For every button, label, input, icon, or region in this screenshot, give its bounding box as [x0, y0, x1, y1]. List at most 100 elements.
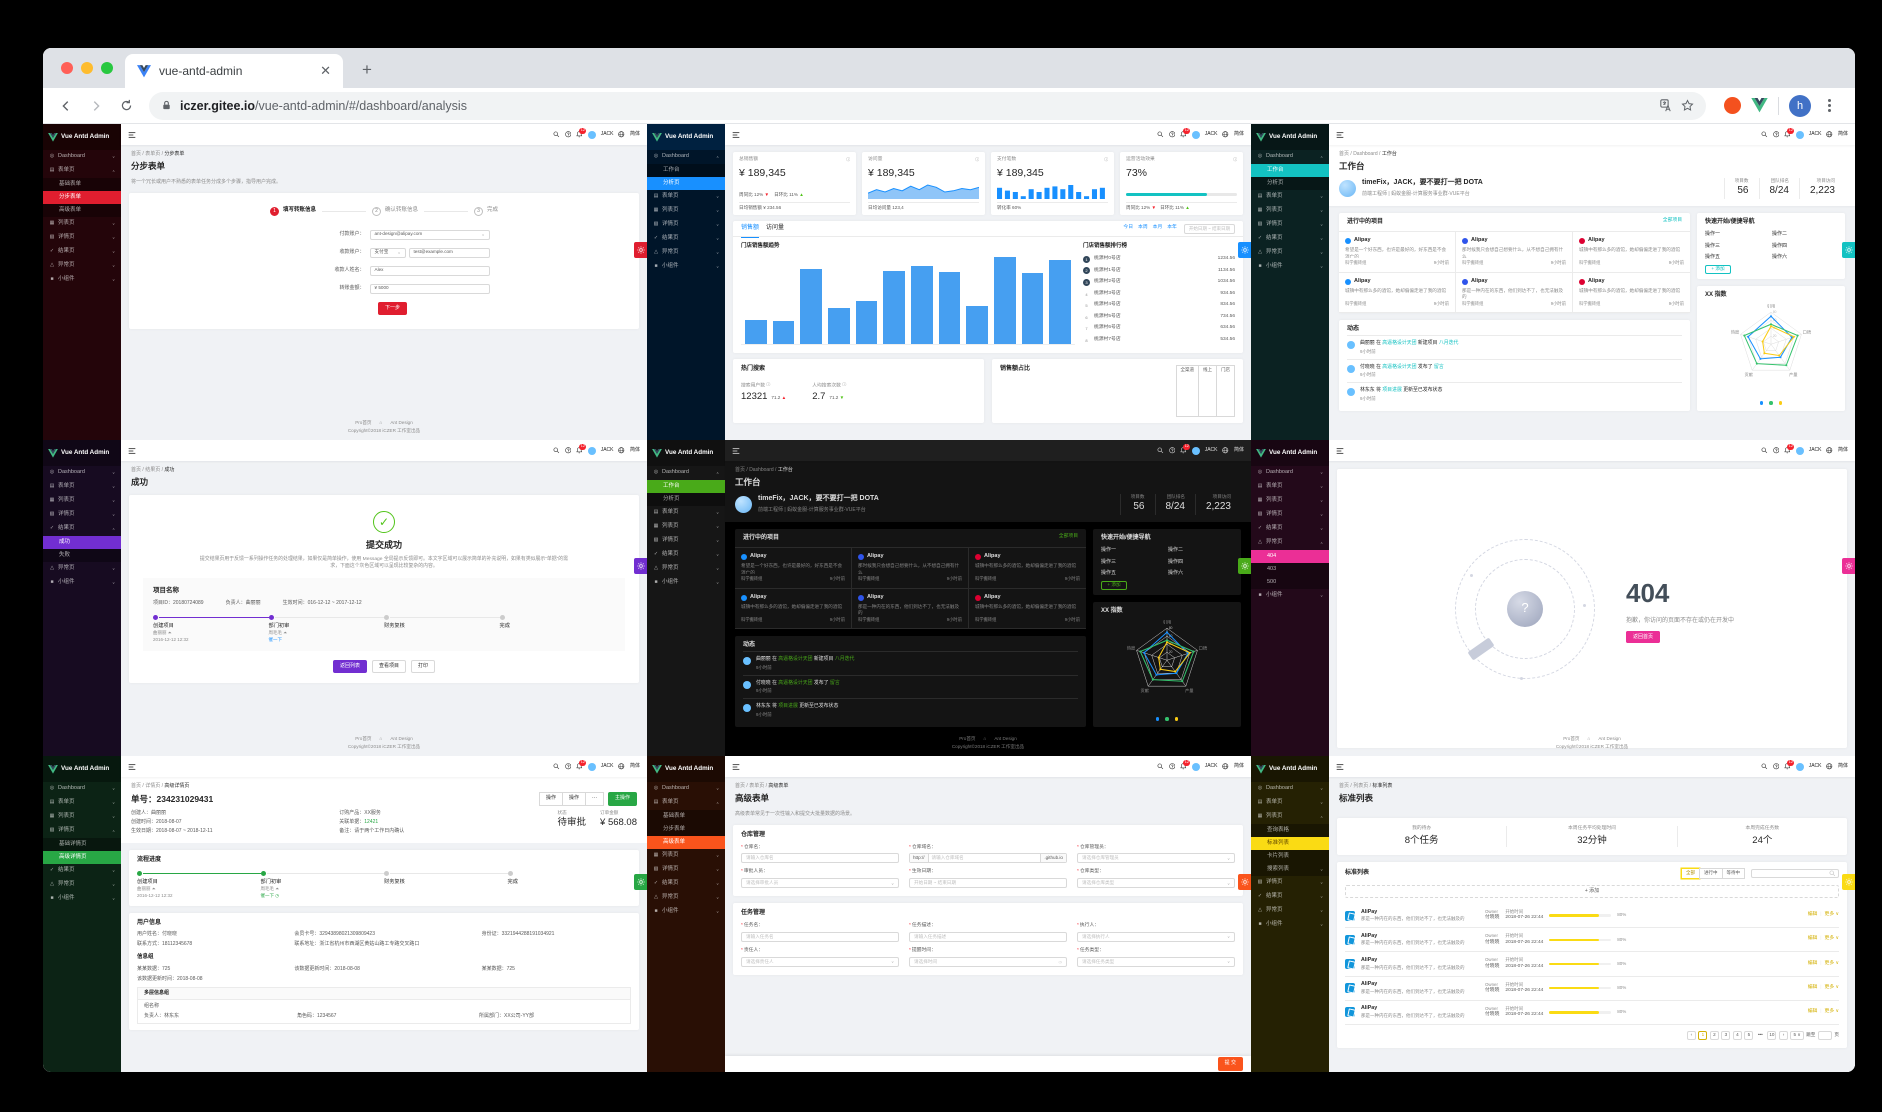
mini-sidebar-item[interactable]: ▦ 列表页 ∨ [1251, 494, 1329, 508]
primary-action-button[interactable]: 主操作 [607, 792, 637, 806]
mini-sidebar-item[interactable]: ▦ 列表页 ∨ [647, 520, 725, 534]
help-icon[interactable] [1168, 447, 1176, 454]
text-input[interactable]: ¥ 5000 [369, 283, 490, 294]
nav-action-link[interactable]: 操作五 [1101, 570, 1166, 577]
mini-sidebar-subitem[interactable]: 高级表单 [43, 204, 121, 217]
page-button[interactable]: 1 [1698, 1030, 1708, 1040]
info-icon[interactable] [845, 157, 851, 165]
menu-trigger-icon[interactable] [128, 131, 136, 139]
mini-sidebar-item[interactable]: ■ 小组件 ∨ [43, 576, 121, 590]
mini-sidebar-subitem[interactable]: 500 [1251, 576, 1329, 589]
mini-sidebar-item[interactable]: ◎ Dashboard ∧ [647, 150, 725, 164]
tab-close-icon[interactable]: ✕ [320, 63, 331, 79]
mini-sidebar-item[interactable]: △ 异常页 ∨ [43, 259, 121, 273]
notification-bell-icon[interactable]: 12 [576, 128, 587, 138]
language-label[interactable]: 简体 [1234, 131, 1244, 138]
language-label[interactable]: 简体 [630, 447, 640, 454]
mini-sidebar-item[interactable]: ▧ 详情页 ∨ [43, 508, 121, 522]
select-field[interactable]: 请选择审批人员 ∨ [741, 878, 899, 889]
project-cell[interactable]: Alipay 那是一种内在的东西，他们到达不了，也无法触及的 科学搬砖组 9小时前 [852, 588, 969, 629]
mini-sidebar-item[interactable]: ▧ 详情页 ∨ [647, 534, 725, 548]
project-group-link[interactable]: 科学搬砖组 [1579, 301, 1600, 307]
project-cell[interactable]: Alipay 那是一种内在的东西，他们到达不了，也无法触及的 科学搬砖组 9小时前 [1456, 272, 1573, 313]
select-field[interactable]: 请选择责任人 ∨ [741, 957, 899, 967]
mini-sidebar-item[interactable]: ▦ 列表页 ∨ [647, 204, 725, 218]
footer-link[interactable]: Pro首页 [355, 420, 371, 425]
text-input[interactable]: 请输入任务名 [741, 932, 899, 943]
mini-sidebar-item[interactable]: ▤ 表单页 ∨ [1251, 796, 1329, 810]
info-icon[interactable] [765, 382, 771, 388]
help-icon[interactable] [564, 447, 572, 454]
prev-page-button[interactable]: ‹ [1686, 1030, 1696, 1040]
mini-sidebar-item[interactable]: ◎ Dashboard ∨ [647, 782, 725, 796]
project-cell[interactable]: Alipay 城镇中有那么多的酒馆，她却偏偏走进了我的酒馆 科学搬砖组 9小时前 [969, 589, 1086, 629]
mini-sidebar-subitem[interactable]: 卡片列表 [1251, 850, 1329, 863]
range-link[interactable]: 本周 [1138, 225, 1148, 232]
item-title[interactable]: AliPay [1361, 1005, 1479, 1013]
feed-link[interactable]: 高逼格设计天团 [1382, 365, 1416, 370]
language-label[interactable]: 简体 [1838, 447, 1848, 454]
feed-link[interactable]: 项目进展 [1382, 388, 1402, 393]
user-avatar[interactable] [587, 762, 596, 771]
user-avatar[interactable] [1191, 130, 1200, 139]
notification-bell-icon[interactable]: 12 [1180, 760, 1191, 770]
user-avatar[interactable] [1191, 446, 1200, 455]
menu-trigger-icon[interactable] [1336, 447, 1344, 455]
mini-sidebar-item[interactable]: △ 异常页 ∨ [43, 562, 121, 576]
channel-radio[interactable]: 全渠道 [1175, 365, 1199, 418]
mini-sidebar-subitem[interactable]: 分析页 [647, 177, 725, 190]
project-cell[interactable]: Alipay 那时候我只会想自己想要什么，从不想自己拥有什么 科学搬砖组 9小时前 [1456, 232, 1573, 273]
all-projects-link[interactable]: 全部项目 [1059, 534, 1078, 543]
action-button[interactable]: 操作 [538, 792, 563, 806]
mini-sidebar-item[interactable]: ▤ 表单页 ∧ [647, 796, 725, 810]
settings-gear-button[interactable] [1842, 874, 1855, 890]
mini-sidebar-item[interactable]: ▦ 列表页 ∨ [43, 810, 121, 824]
mini-logo[interactable]: Vue Antd Admin [1251, 756, 1329, 782]
mini-sidebar-item[interactable]: ◎ Dashboard ∧ [647, 466, 725, 480]
mini-sidebar-item[interactable]: ▤ 表单页 ∨ [43, 796, 121, 810]
jump-page-input[interactable] [1817, 1030, 1832, 1040]
footer-link[interactable]: Ant Design [390, 736, 412, 741]
feed-link[interactable]: 留言 [830, 681, 840, 686]
user-avatar[interactable] [1795, 446, 1804, 455]
mini-sidebar-item[interactable]: ◎ Dashboard ∨ [43, 466, 121, 480]
range-link[interactable]: 本年 [1167, 225, 1177, 232]
mini-sidebar-item[interactable]: △ 异常页 ∨ [1251, 904, 1329, 918]
mini-sidebar-subitem[interactable]: 分析页 [647, 493, 725, 506]
search-icon[interactable] [553, 763, 560, 770]
project-cell[interactable]: Alipay 那时候我只会想自己想要什么，从不想自己拥有什么 科学搬砖组 9小时前 [852, 548, 969, 589]
mini-logo[interactable]: Vue Antd Admin [1251, 440, 1329, 466]
search-icon[interactable] [553, 447, 560, 454]
mini-sidebar-item[interactable]: △ 异常页 ∨ [647, 246, 725, 260]
close-window-button[interactable] [61, 62, 73, 74]
mini-sidebar-item[interactable]: △ 异常页 ∨ [647, 891, 725, 905]
forward-button[interactable] [83, 93, 109, 119]
vue-devtools-icon[interactable] [1751, 98, 1768, 113]
search-icon[interactable] [1761, 131, 1768, 138]
extension-icon[interactable] [1724, 97, 1741, 114]
mini-sidebar-subitem[interactable]: 高级详情页 [43, 851, 121, 864]
nav-action-link[interactable]: 操作三 [1101, 559, 1166, 566]
feed-link[interactable]: 高逼格设计天团 [778, 681, 812, 686]
mini-sidebar-subitem[interactable]: 工作台 [647, 164, 725, 177]
footer-link[interactable]: Ant Design [1598, 736, 1620, 741]
mini-sidebar-subitem[interactable]: 高级表单 [647, 836, 725, 849]
all-projects-link[interactable]: 全部项目 [1663, 218, 1682, 227]
text-input[interactable]: test@example.com [408, 247, 490, 258]
language-icon[interactable] [618, 447, 625, 454]
language-label[interactable]: 简体 [1838, 131, 1848, 138]
language-label[interactable]: 简体 [1838, 763, 1848, 770]
settings-gear-button[interactable] [1842, 242, 1855, 258]
item-action-link[interactable]: 编辑 [1808, 985, 1818, 992]
feed-link[interactable]: 高逼格设计天团 [778, 657, 812, 662]
mini-sidebar-item[interactable]: ▤ 表单页 ∨ [647, 506, 725, 520]
mini-logo[interactable]: Vue Antd Admin [43, 124, 121, 150]
notification-bell-icon[interactable]: 12 [1784, 128, 1795, 138]
mini-sidebar-item[interactable]: △ 异常页 ∨ [1251, 246, 1329, 260]
project-group-link[interactable]: 科学搬砖组 [1579, 260, 1600, 266]
search-input[interactable] [1751, 869, 1839, 879]
notification-bell-icon[interactable]: 12 [1784, 760, 1795, 770]
select-field[interactable]: ant-design@alipay.com ∨ [369, 229, 490, 240]
menu-trigger-icon[interactable] [128, 447, 136, 455]
menu-trigger-icon[interactable] [732, 763, 740, 771]
